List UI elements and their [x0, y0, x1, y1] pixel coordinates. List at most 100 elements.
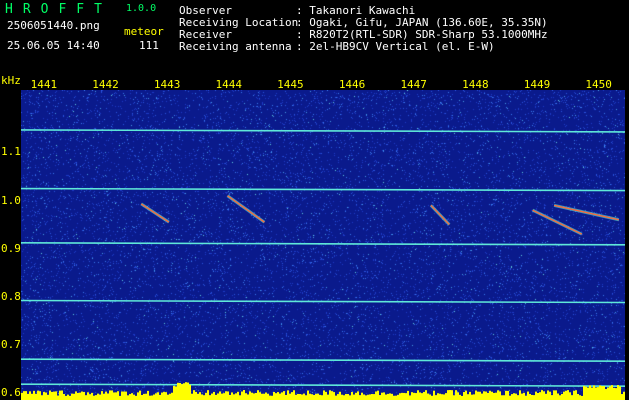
amplitude-bar — [619, 386, 621, 400]
amplitude-bar — [193, 390, 195, 400]
amplitude-bar — [253, 393, 255, 400]
amplitude-bar — [533, 395, 535, 400]
amplitude-bar — [459, 394, 461, 400]
amplitude-bar — [277, 392, 279, 400]
amplitude-bar — [387, 393, 389, 400]
amplitude-bar — [403, 392, 405, 400]
amplitude-bar — [111, 390, 113, 400]
amplitude-bar — [207, 390, 209, 400]
x-tick-label: 1449 — [523, 78, 551, 91]
amplitude-bar — [467, 394, 469, 400]
amplitude-bar — [259, 392, 261, 400]
amplitude-bar — [51, 391, 53, 400]
amplitude-bar — [609, 386, 611, 400]
amplitude-bar — [213, 391, 215, 400]
amplitude-bar — [133, 394, 135, 400]
amplitude-bar — [571, 395, 573, 400]
amplitude-bar — [413, 392, 415, 400]
amplitude-bar — [499, 391, 501, 400]
amplitude-bar — [379, 395, 381, 400]
amplitude-bar — [295, 394, 297, 400]
amplitude-bar — [173, 385, 175, 400]
amplitude-bar — [287, 390, 289, 400]
amplitude-bar — [377, 390, 379, 400]
amplitude-bar — [589, 385, 591, 400]
amplitude-bar — [367, 394, 369, 400]
amplitude-bar — [385, 394, 387, 400]
amplitude-bar — [361, 392, 363, 400]
amplitude-bar — [281, 392, 283, 400]
amplitude-bar — [401, 392, 403, 400]
amplitude-bar — [139, 390, 141, 400]
amplitude-bar — [351, 392, 353, 400]
amplitude-bar — [439, 393, 441, 400]
amplitude-bar — [355, 392, 357, 400]
amplitude-bar — [521, 393, 523, 400]
amplitude-bar — [549, 391, 551, 400]
amplitude-bar — [339, 391, 341, 400]
amplitude-bar — [115, 392, 117, 400]
amplitude-bar — [585, 386, 587, 400]
amplitude-bar — [557, 393, 559, 400]
amplitude-bar — [519, 390, 521, 400]
amplitude-bar — [61, 390, 63, 400]
amplitude-bar — [311, 394, 313, 400]
amplitude-bar — [415, 393, 417, 400]
amplitude-bar — [381, 392, 383, 400]
amplitude-bar — [365, 395, 367, 400]
amplitude-bar — [509, 395, 511, 400]
amplitude-bar — [99, 394, 101, 400]
amplitude-bar — [371, 394, 373, 400]
amplitude-bar — [395, 395, 397, 400]
amplitude-bar — [255, 392, 257, 400]
amplitude-bar — [447, 390, 449, 400]
amplitude-bar — [573, 390, 575, 400]
amplitude-bar — [269, 395, 271, 400]
carrier-line — [21, 358, 625, 362]
amplitude-bar — [39, 391, 41, 400]
amplitude-bar — [137, 392, 139, 400]
amplitude-bar — [167, 394, 169, 400]
amplitude-bar — [211, 393, 213, 400]
amplitude-bar — [157, 392, 159, 400]
x-tick-label: 1448 — [462, 78, 489, 91]
amplitude-bar — [289, 393, 291, 400]
x-tick-label: 1446 — [338, 78, 366, 91]
meteor-trace — [140, 203, 170, 223]
amplitude-bar — [67, 394, 69, 400]
amplitude-bar — [57, 395, 59, 400]
amplitude-bar — [409, 395, 411, 400]
amplitude-bar — [155, 393, 157, 400]
amplitude-bar — [341, 394, 343, 400]
amplitude-bar — [21, 392, 23, 400]
amplitude-bar — [577, 393, 579, 400]
amplitude-bar — [529, 393, 531, 400]
amplitude-bar — [113, 392, 115, 400]
amplitude-bar — [205, 392, 207, 400]
amplitude-bar — [159, 394, 161, 400]
amplitude-bar — [531, 394, 533, 400]
amplitude-bar — [293, 390, 295, 400]
amplitude-bar — [473, 394, 475, 400]
amplitude-bar — [475, 390, 477, 400]
app-version: 1.0.0 — [126, 3, 157, 14]
amplitude-bar — [153, 394, 155, 400]
amplitude-bar — [271, 395, 273, 400]
spectrogram-overlay — [21, 129, 625, 400]
amplitude-bar — [321, 395, 323, 400]
amplitude-bar — [31, 393, 33, 400]
amplitude-bar — [419, 392, 421, 400]
amplitude-bar — [225, 391, 227, 400]
amplitude-bar — [125, 391, 127, 400]
amplitude-bar — [525, 395, 527, 400]
amplitude-bar — [489, 390, 491, 400]
amplitude-bar — [493, 392, 495, 400]
amplitude-bar — [89, 394, 91, 400]
amplitude-bar — [613, 387, 615, 400]
amplitude-bar — [197, 393, 199, 400]
amplitude-bar — [243, 390, 245, 400]
amplitude-bar — [349, 395, 351, 400]
amplitude-bar — [445, 393, 447, 400]
amplitude-bar — [309, 393, 311, 400]
amplitude-bar — [323, 390, 325, 400]
